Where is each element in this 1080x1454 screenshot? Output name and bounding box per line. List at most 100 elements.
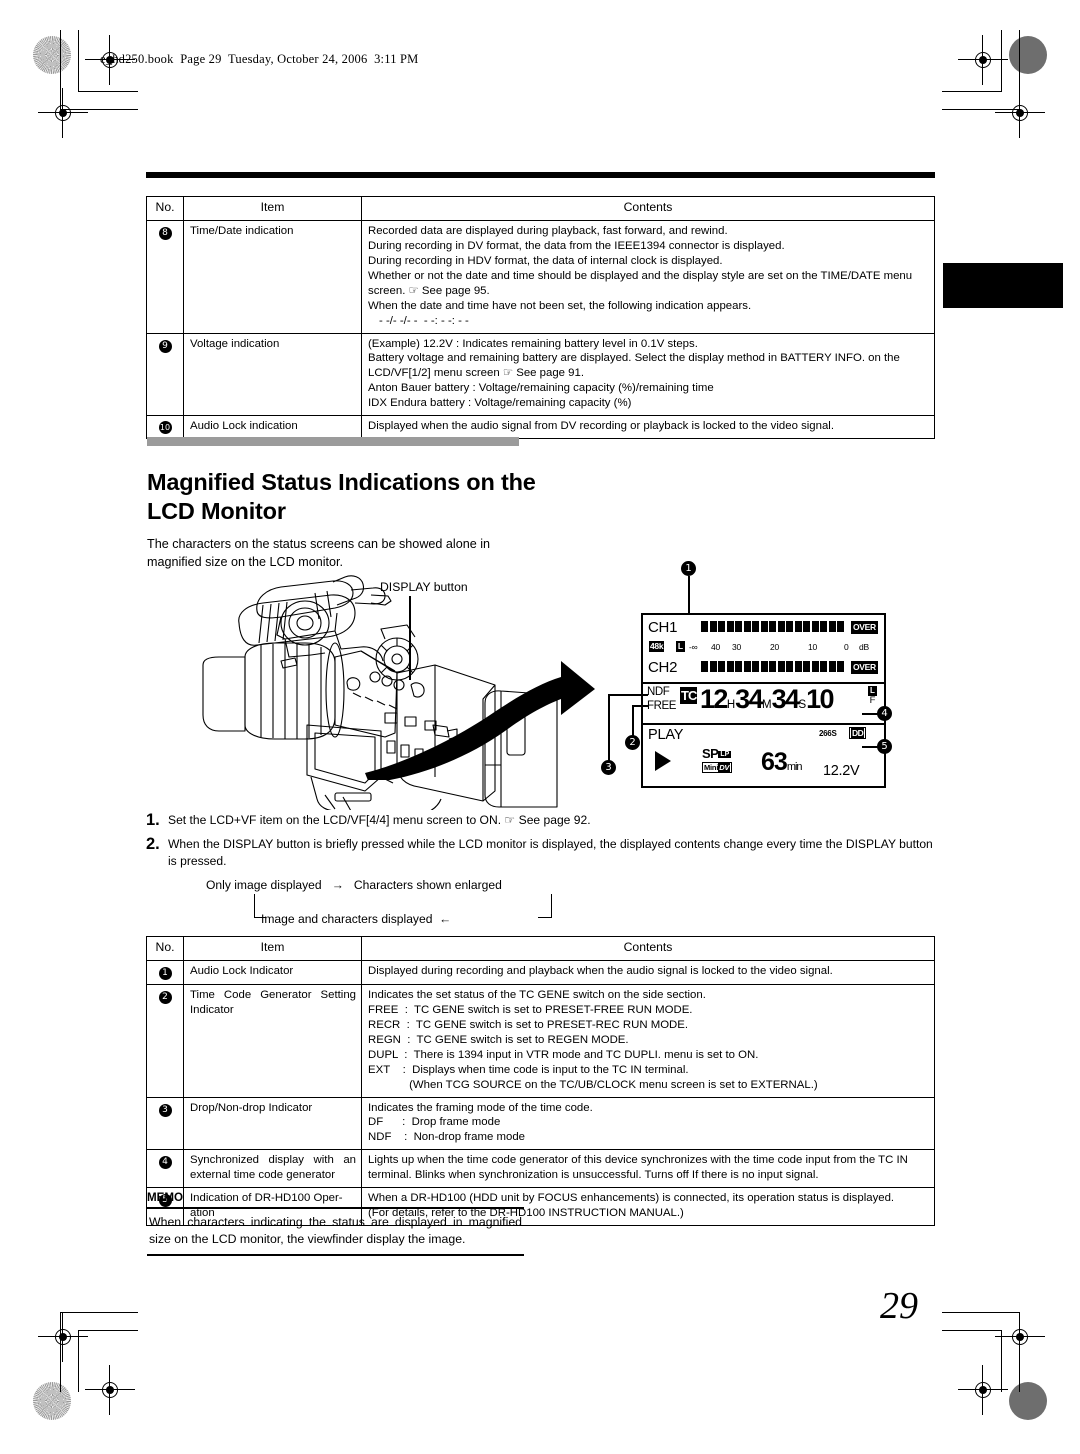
memo-bottom-rule [147, 1254, 524, 1257]
step-1-number: 1. [146, 811, 160, 829]
tc-hours: 12 [700, 684, 728, 714]
row-contents-cell: Indicates the framing mode of the time c… [361, 1096, 935, 1151]
bullet-number: 1 [158, 966, 172, 980]
scale-tick-20: 20 [770, 642, 780, 652]
row-number-cell: 3 [146, 1096, 184, 1151]
display-button-leader-line [409, 596, 411, 680]
content-line: IDX Endura battery : Voltage/remaining c… [368, 397, 632, 410]
row-contents-cell: Indicates the set status of the TC GENE … [361, 983, 935, 1098]
content-line: REGN : TC GENE switch is set to REGEN MO… [368, 1033, 629, 1046]
scale-tick-inf: -∞ [689, 642, 698, 652]
content-line: During recording in DV format, the data … [368, 239, 785, 252]
scale-tick-40: 40 [711, 642, 721, 652]
content-line: NDF : Non-drop frame mode [368, 1131, 525, 1144]
table-row: 3 Drop/Non-drop Indicator Indicates the … [146, 1096, 935, 1151]
bullet-number: 10 [158, 421, 172, 435]
ch2-over-indicator: OVER [851, 661, 878, 674]
content-line: (When TCG SOURCE on the TC/UB/CLOCK menu… [368, 1078, 818, 1091]
step-2: 2. When the DISPLAY button is briefly pr… [146, 835, 936, 870]
table-header-row: No. Item Contents [146, 936, 935, 961]
ch2-level-meter [701, 661, 844, 672]
flow-line-bottom [254, 916, 266, 918]
row-number-cell: 9 [146, 332, 184, 417]
content-line: Battery voltage and remaining battery ar… [368, 352, 900, 380]
col-header-contents: Contents [361, 936, 935, 961]
bullet-number: 8 [158, 226, 172, 240]
row-item-cell: Time Code Generator Setting Indicator [183, 983, 362, 1098]
drop-mode-indicator: NDF [647, 686, 670, 698]
tape-speed-badge: LP [718, 751, 732, 758]
lcd-status-display: CH1 CH2 48k L OVER OVER -∞ 40 30 20 10 0… [641, 613, 886, 788]
content-line: Recorded data are displayed during playb… [368, 224, 728, 237]
top-rule [146, 172, 935, 178]
callout-2-leader [632, 705, 634, 737]
tc-badge: TC [680, 687, 697, 704]
flow-left-label: Only image displayed [206, 877, 322, 892]
callout-2: 2 [625, 735, 640, 750]
row-item-cell: Time/Date indication [183, 219, 362, 334]
scale-tick-10: 10 [808, 642, 818, 652]
transport-status: PLAY [648, 727, 684, 743]
tc-minutes: 34 [735, 684, 763, 714]
tc-frames: 10 [806, 684, 834, 714]
tc-seconds-unit: S [798, 699, 807, 711]
play-triangle-icon [655, 751, 671, 771]
enlarge-arrow [365, 661, 595, 780]
step-1-text: Set the LCD+VF item on the LCD/VF[4/4] m… [168, 813, 591, 827]
step-1: 1. Set the LCD+VF item on the LCD/VF[4/4… [146, 811, 936, 829]
content-line: FREE : TC GENE switch is set to PRESET-F… [368, 1003, 693, 1016]
memo-text: When characters indicating the status ar… [149, 1215, 522, 1247]
callout-3: 3 [601, 760, 616, 775]
page-title: Magnified Status Indications on the LCD … [147, 468, 536, 524]
callout-1: 1 [681, 561, 696, 576]
ch1-level-meter [701, 621, 844, 632]
row-item-cell: Drop/Non-drop Indicator [183, 1096, 362, 1151]
content-line: DUPL : There is 1394 input in VTR mode a… [368, 1048, 759, 1061]
flow-bottom-label: Image and characters displayed [261, 911, 433, 926]
row-item-cell: Voltage indication [183, 332, 362, 417]
memo-label: MEMO [147, 1191, 184, 1204]
bullet-number: 4 [158, 1156, 172, 1170]
dr-hd100-badge: DD [849, 727, 867, 739]
callout-3-leader-h [608, 694, 648, 696]
remaining-time: 63min [761, 748, 803, 777]
ch1-label: CH1 [648, 619, 678, 636]
row-contents-cell: Lights up when the time code generator o… [361, 1149, 935, 1189]
flow-row-1: Only image displayed → Characters shown … [206, 877, 502, 894]
col-header-item: Item [183, 936, 362, 961]
callout-3-leader [608, 694, 610, 762]
row-item-cell: Audio Lock indication [183, 415, 362, 440]
display-cycle-diagram: Only image displayed → Characters shown … [206, 877, 936, 935]
tc-generator-mode: FREE [647, 700, 677, 712]
content-line: RECR : TC GENE switch is set to PRESET-R… [368, 1018, 689, 1031]
row-number-cell: 10 [146, 415, 184, 440]
flow-line-right [551, 893, 552, 918]
content-line: Anton Bauer battery : Voltage/remaining … [368, 382, 714, 395]
row-item-cell: Audio Lock Indicator [183, 959, 362, 985]
lcd-screen: CH1 CH2 48k L OVER OVER -∞ 40 30 20 10 0… [641, 613, 886, 788]
row-number-cell: 4 [146, 1149, 184, 1189]
heading-accent-bar [147, 437, 519, 446]
voltage-indicator: 12.2V [823, 763, 860, 779]
row-number-cell: 1 [146, 959, 184, 985]
scale-unit-db: dB [859, 642, 869, 652]
remaining-value: 63 [761, 748, 788, 776]
row-number-cell: 2 [146, 983, 184, 1098]
table-row: 1 Audio Lock Indicator Displayed during … [146, 959, 935, 985]
row-contents-cell: Recorded data are displayed during playb… [361, 219, 935, 334]
table-row: 10 Audio Lock indication Displayed when … [146, 415, 935, 440]
sync-indicator: L F [868, 686, 877, 706]
content-line: Whether or not the date and time should … [368, 269, 913, 297]
step-2-text: When the DISPLAY button is briefly press… [168, 836, 933, 868]
col-header-no: No. [146, 936, 184, 961]
table-row: 9 Voltage indication (Example) 12.2V : I… [146, 332, 935, 417]
remaining-unit: min [786, 761, 803, 773]
tape-speed-indicator: SP LP [702, 746, 732, 761]
flow-row-2: Image and characters displayed ← [261, 911, 451, 928]
row-number-cell: 8 [146, 219, 184, 334]
sampling-rate-badge: 48k [649, 641, 665, 652]
format-badge: MiniDV [702, 762, 733, 773]
format-badge-prefix: Mini [704, 763, 719, 772]
scale-tick-0: 0 [844, 642, 849, 652]
flow-line-left [254, 904, 255, 918]
